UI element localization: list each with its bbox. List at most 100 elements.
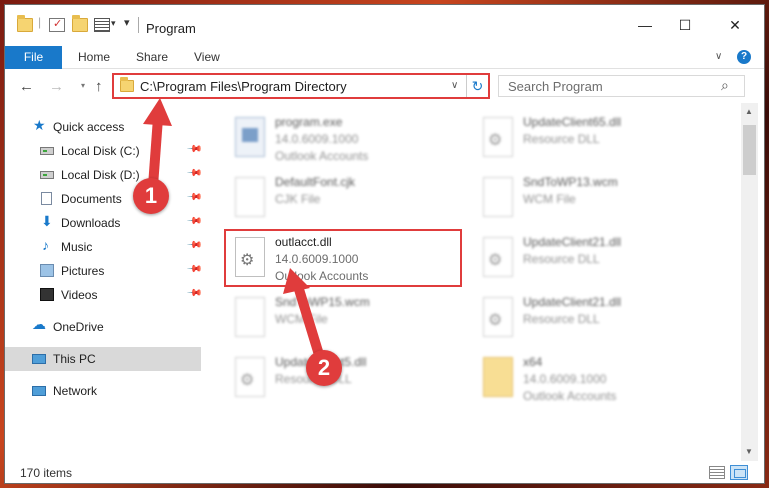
pin-icon[interactable]: 📌 <box>186 213 203 230</box>
recent-locations-icon[interactable]: ▾ <box>81 81 85 90</box>
sidebar-item-label: Network <box>53 384 98 398</box>
status-bar: 170 items <box>5 461 764 483</box>
title-bar: | ▾ ▾ Program — ☐ ✕ <box>5 5 764 45</box>
help-icon[interactable]: ? <box>737 50 751 64</box>
documents-icon <box>41 192 52 205</box>
file-name: DefaultFont.cjk <box>275 175 356 189</box>
tab-home[interactable]: Home <box>78 46 110 69</box>
file-item-updateclient5[interactable]: UpdateClient5.dll Resource DLL <box>227 351 467 409</box>
sidebar-item-label: Videos <box>61 288 98 302</box>
details-view-icon[interactable] <box>709 466 725 479</box>
item-count: 170 items <box>20 466 73 480</box>
back-button[interactable]: ← <box>19 78 34 95</box>
sidebar-item-pictures[interactable]: Pictures 📌 <box>5 259 203 283</box>
file-item-sndtowp15[interactable]: SndToWP15.wcm WCM File <box>227 291 467 349</box>
scroll-thumb[interactable] <box>743 125 756 175</box>
sidebar-item-label: Downloads <box>61 216 121 230</box>
music-icon: ♪ <box>42 237 49 253</box>
sidebar-item-this-pc[interactable]: This PC <box>5 347 201 371</box>
sidebar-item-label: This PC <box>53 352 96 366</box>
file-type: Resource DLL <box>523 252 600 266</box>
chevron-down-icon[interactable]: ▾ <box>111 18 116 29</box>
large-icons-view-icon[interactable] <box>730 465 748 480</box>
pin-icon[interactable]: 📌 <box>186 285 203 302</box>
sidebar-item-label: Pictures <box>61 264 105 278</box>
navigation-pane: ★ Quick access Local Disk (C:) 📌 Local D… <box>5 103 205 451</box>
file-type: WCM File <box>523 192 576 206</box>
new-folder-icon[interactable] <box>72 15 88 32</box>
address-path[interactable]: C:\Program Files\Program Directory <box>140 79 347 94</box>
sidebar-item-documents[interactable]: Documents 📌 <box>5 187 203 211</box>
sidebar-item-videos[interactable]: Videos 📌 <box>5 283 203 307</box>
forward-button[interactable]: → <box>49 78 64 95</box>
pin-icon[interactable]: 📌 <box>186 237 203 254</box>
sidebar-item-onedrive[interactable]: ☁ OneDrive <box>5 315 201 339</box>
file-item-defaultfont[interactable]: DefaultFont.cjk CJK File <box>227 171 467 229</box>
file-item-updateclient21[interactable]: UpdateClient21.dll Resource DLL <box>475 291 715 349</box>
minimize-button[interactable]: — <box>625 15 665 35</box>
sidebar-item-local-disk-d[interactable]: Local Disk (D:) 📌 <box>5 163 203 187</box>
maximize-button[interactable]: ☐ <box>665 15 705 35</box>
properties-icon[interactable] <box>49 17 65 32</box>
window-title: Program <box>146 21 196 36</box>
file-name: UpdateClient65.dll <box>523 115 622 129</box>
folder-icon <box>483 357 513 397</box>
file-description: Outlook Accounts <box>275 149 369 163</box>
pin-icon[interactable]: 📌 <box>186 189 203 206</box>
address-bar[interactable]: C:\Program Files\Program Directory ∨ ↻ <box>112 73 490 99</box>
close-button[interactable]: ✕ <box>715 15 755 35</box>
folder-icon[interactable] <box>17 15 33 32</box>
step-marker-2: 2 <box>306 350 342 386</box>
customize-toolbar-icon[interactable]: ▾ <box>124 16 130 29</box>
file-item-sndtowp13[interactable]: SndToWP13.wcm WCM File <box>475 171 715 229</box>
vertical-scrollbar[interactable]: ▲ ▼ <box>741 103 758 465</box>
file-description: Outlook Accounts <box>523 389 617 403</box>
file-type: Resource DLL <box>523 312 600 326</box>
file-name: SndToWP13.wcm <box>523 175 618 189</box>
file-type: Resource DLL <box>523 132 600 146</box>
computer-icon <box>32 354 46 364</box>
disk-icon <box>40 171 54 179</box>
file-icon <box>235 297 265 337</box>
file-item-x64[interactable]: x64 14.0.6009.1000 Outlook Accounts <box>475 351 715 409</box>
file-name: x64 <box>523 355 543 369</box>
separator-icon: | <box>38 15 42 29</box>
sidebar-item-music[interactable]: ♪ Music 📌 <box>5 235 203 259</box>
file-version: 14.0.6009.1000 <box>523 372 607 386</box>
pin-icon[interactable]: 📌 <box>186 141 203 158</box>
navigation-bar: ← → ▾ ↑ C:\Program Files\Program Directo… <box>5 69 764 103</box>
title-separator <box>138 17 139 33</box>
file-name: UpdateClient21.dll <box>523 295 622 309</box>
sidebar-item-label: OneDrive <box>53 320 104 334</box>
scroll-down-icon[interactable]: ▼ <box>745 447 753 456</box>
expand-ribbon-icon[interactable]: ∨ <box>715 51 722 62</box>
search-icon[interactable]: ⌕ <box>721 77 729 94</box>
file-icon <box>483 177 513 217</box>
search-placeholder: Search Program <box>508 79 603 94</box>
file-type: WCM File <box>275 312 328 326</box>
up-button[interactable]: ↑ <box>95 78 103 95</box>
pin-icon[interactable]: 📌 <box>186 261 203 278</box>
tab-share[interactable]: Share <box>136 46 168 69</box>
sidebar-item-label: Quick access <box>53 120 125 134</box>
view-icon[interactable] <box>94 18 110 32</box>
sidebar-item-local-disk-c[interactable]: Local Disk (C:) 📌 <box>5 139 203 163</box>
file-type: CJK File <box>275 192 321 206</box>
refresh-button[interactable]: ↻ <box>466 75 488 97</box>
chevron-down-icon[interactable]: ∨ <box>451 80 458 91</box>
search-input[interactable]: Search Program ⌕ <box>498 75 745 97</box>
file-name: program.exe <box>275 115 343 129</box>
tab-file[interactable]: File <box>5 46 62 69</box>
file-item-updateclient65[interactable]: UpdateClient65.dll Resource DLL <box>475 111 715 169</box>
file-item-program-exe[interactable]: program.exe 14.0.6009.1000 Outlook Accou… <box>227 111 467 169</box>
pin-icon[interactable]: 📌 <box>186 165 203 182</box>
tab-view[interactable]: View <box>194 46 220 69</box>
sidebar-item-quick-access[interactable]: ★ Quick access <box>5 115 201 139</box>
star-icon: ★ <box>33 117 46 133</box>
file-item-updateclient21[interactable]: UpdateClient21.dll Resource DLL <box>475 231 715 289</box>
dll-icon <box>483 297 513 337</box>
scroll-up-icon[interactable]: ▲ <box>745 107 753 116</box>
sidebar-item-network[interactable]: Network <box>5 379 201 403</box>
sidebar-item-downloads[interactable]: ⬇ Downloads 📌 <box>5 211 203 235</box>
file-name: SndToWP15.wcm <box>275 295 370 309</box>
